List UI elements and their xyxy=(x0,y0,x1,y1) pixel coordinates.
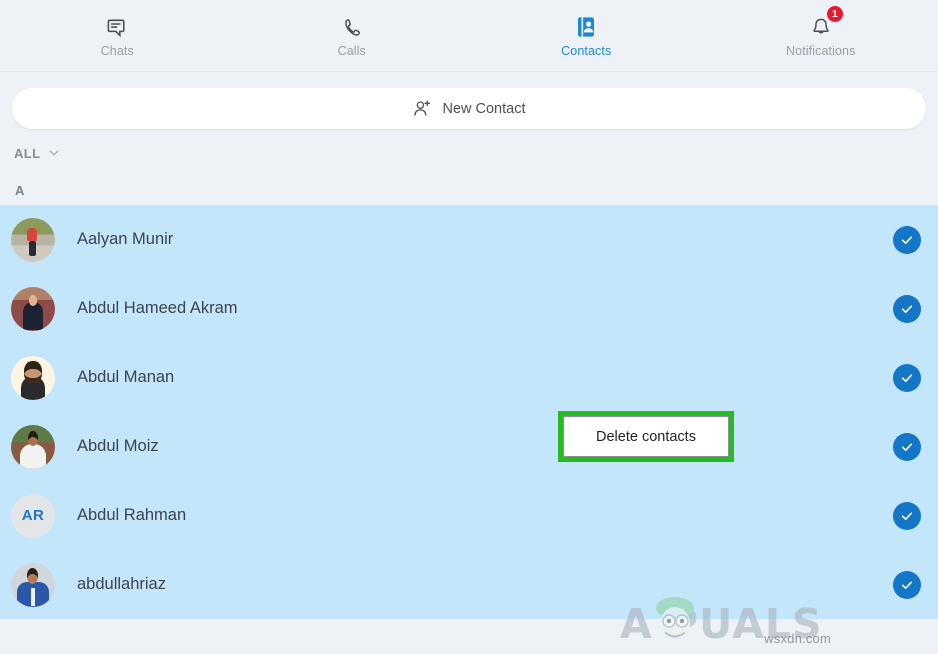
tab-notifications[interactable]: 1 Notifications xyxy=(704,0,938,71)
avatar-initials: AR xyxy=(21,507,45,524)
contact-selected-checkbox[interactable] xyxy=(893,501,921,530)
contact-name: Abdul Manan xyxy=(77,368,175,386)
contact-selected-checkbox[interactable] xyxy=(893,294,921,323)
contact-selected-checkbox[interactable] xyxy=(893,570,921,599)
contact-row[interactable]: Aalyan Munir xyxy=(0,205,938,274)
avatar xyxy=(11,217,55,262)
avatar xyxy=(11,424,55,469)
avatar xyxy=(11,562,55,607)
chat-bubble-icon xyxy=(106,13,128,39)
contact-selected-checkbox[interactable] xyxy=(893,432,921,461)
contact-row[interactable]: abdullahriaz xyxy=(0,550,938,619)
tab-chats-label: Chats xyxy=(100,44,134,58)
contacts-filter[interactable]: ALL xyxy=(0,129,938,163)
contact-row[interactable]: Abdul Hameed Akram xyxy=(0,274,938,343)
contact-name: Abdul Hameed Akram xyxy=(77,299,238,317)
delete-contacts-label: Delete contacts xyxy=(596,428,696,445)
tab-contacts-label: Contacts xyxy=(561,44,612,58)
person-plus-icon xyxy=(412,98,433,119)
notifications-badge: 1 xyxy=(826,6,843,22)
tab-notifications-label: Notifications xyxy=(786,44,856,58)
contact-row[interactable]: Abdul Moiz xyxy=(0,412,938,481)
contact-list: Aalyan Munir Abdul Hameed Akram Abdul Ma… xyxy=(0,205,938,619)
avatar xyxy=(11,355,55,400)
filter-label: ALL xyxy=(14,145,41,161)
new-contact-button[interactable]: New Contact xyxy=(12,88,926,129)
new-contact-section: New Contact xyxy=(0,72,938,129)
wsxdn-label: wsxdn.com xyxy=(764,631,831,646)
contact-row[interactable]: Abdul Manan xyxy=(0,343,938,412)
tab-calls[interactable]: Calls xyxy=(235,0,470,71)
section-header-a: A xyxy=(15,182,25,198)
delete-contacts-highlight: Delete contacts xyxy=(558,411,734,462)
bell-icon: 1 xyxy=(810,6,843,39)
main-tab-bar: Chats Calls Contacts 1 Notifications xyxy=(0,0,938,72)
chevron-down-icon[interactable] xyxy=(47,146,61,160)
contact-name: Abdul Moiz xyxy=(77,437,159,455)
tab-calls-label: Calls xyxy=(337,44,366,58)
contact-selected-checkbox[interactable] xyxy=(893,225,921,254)
contact-name: abdullahriaz xyxy=(77,575,166,593)
contact-card-icon xyxy=(575,13,597,39)
delete-contacts-button[interactable]: Delete contacts xyxy=(563,416,729,457)
avatar xyxy=(11,286,55,331)
tab-contacts[interactable]: Contacts xyxy=(469,0,704,71)
contact-name: Abdul Rahman xyxy=(77,506,187,524)
avatar: AR xyxy=(11,493,55,538)
contact-row[interactable]: AR Abdul Rahman xyxy=(0,481,938,550)
tab-chats[interactable]: Chats xyxy=(0,0,235,71)
contact-selected-checkbox[interactable] xyxy=(893,363,921,392)
contact-name: Aalyan Munir xyxy=(77,230,174,248)
phone-handset-icon xyxy=(341,13,363,39)
new-contact-label: New Contact xyxy=(442,100,526,117)
